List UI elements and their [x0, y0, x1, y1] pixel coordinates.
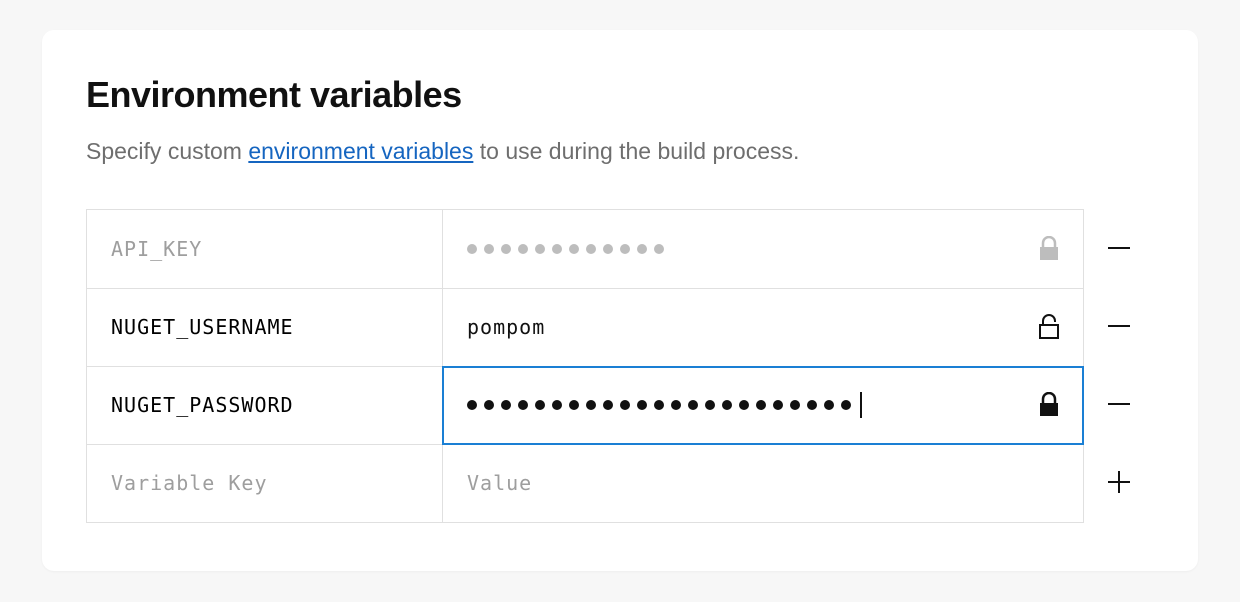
- key-cell[interactable]: NUGET_PASSWORD: [87, 367, 443, 444]
- value-cell[interactable]: [443, 445, 1083, 522]
- plus-icon: [1106, 469, 1132, 495]
- env-vars-table: API_KEY NUGET_USERNAME: [86, 209, 1154, 523]
- lock-toggle[interactable]: [1035, 313, 1063, 341]
- subtitle-suffix: to use during the build process.: [473, 138, 799, 164]
- table-row-new: [87, 444, 1083, 522]
- minus-icon: [1106, 235, 1132, 261]
- key-text: API_KEY: [111, 237, 418, 261]
- subtitle-prefix: Specify custom: [86, 138, 248, 164]
- add-row-button[interactable]: [1084, 443, 1154, 521]
- key-cell[interactable]: API_KEY: [87, 210, 443, 288]
- section-subtitle: Specify custom environment variables to …: [86, 134, 1154, 169]
- lock-closed-icon: [1038, 236, 1060, 262]
- key-cell[interactable]: [87, 445, 443, 522]
- new-value-input[interactable]: [467, 471, 1063, 495]
- value-cell[interactable]: [443, 367, 1083, 444]
- remove-row-button[interactable]: [1084, 365, 1154, 443]
- masked-dots: [467, 392, 1023, 418]
- env-vars-link[interactable]: environment variables: [248, 138, 473, 164]
- remove-row-button[interactable]: [1084, 209, 1154, 287]
- remove-row-button[interactable]: [1084, 287, 1154, 365]
- masked-dots: [467, 244, 1023, 254]
- new-key-input[interactable]: [111, 471, 418, 495]
- value-text: pompom: [467, 315, 1023, 339]
- key-text: NUGET_USERNAME: [111, 315, 418, 339]
- actions-column: [1084, 209, 1154, 523]
- env-vars-card: Environment variables Specify custom env…: [42, 30, 1198, 571]
- table-row: NUGET_USERNAME pompom: [87, 288, 1083, 366]
- value-cell[interactable]: pompom: [443, 289, 1083, 366]
- lock-toggle[interactable]: [1035, 235, 1063, 263]
- minus-icon: [1106, 313, 1132, 339]
- lock-open-icon: [1038, 314, 1060, 340]
- value-cell[interactable]: [443, 210, 1083, 288]
- key-text: NUGET_PASSWORD: [111, 393, 418, 417]
- key-cell[interactable]: NUGET_USERNAME: [87, 289, 443, 366]
- minus-icon: [1106, 391, 1132, 417]
- table-row: API_KEY: [87, 210, 1083, 288]
- table-main: API_KEY NUGET_USERNAME: [86, 209, 1084, 523]
- lock-closed-icon: [1038, 392, 1060, 418]
- table-row: NUGET_PASSWORD: [87, 366, 1083, 444]
- lock-toggle[interactable]: [1035, 391, 1063, 419]
- section-title: Environment variables: [86, 74, 1154, 116]
